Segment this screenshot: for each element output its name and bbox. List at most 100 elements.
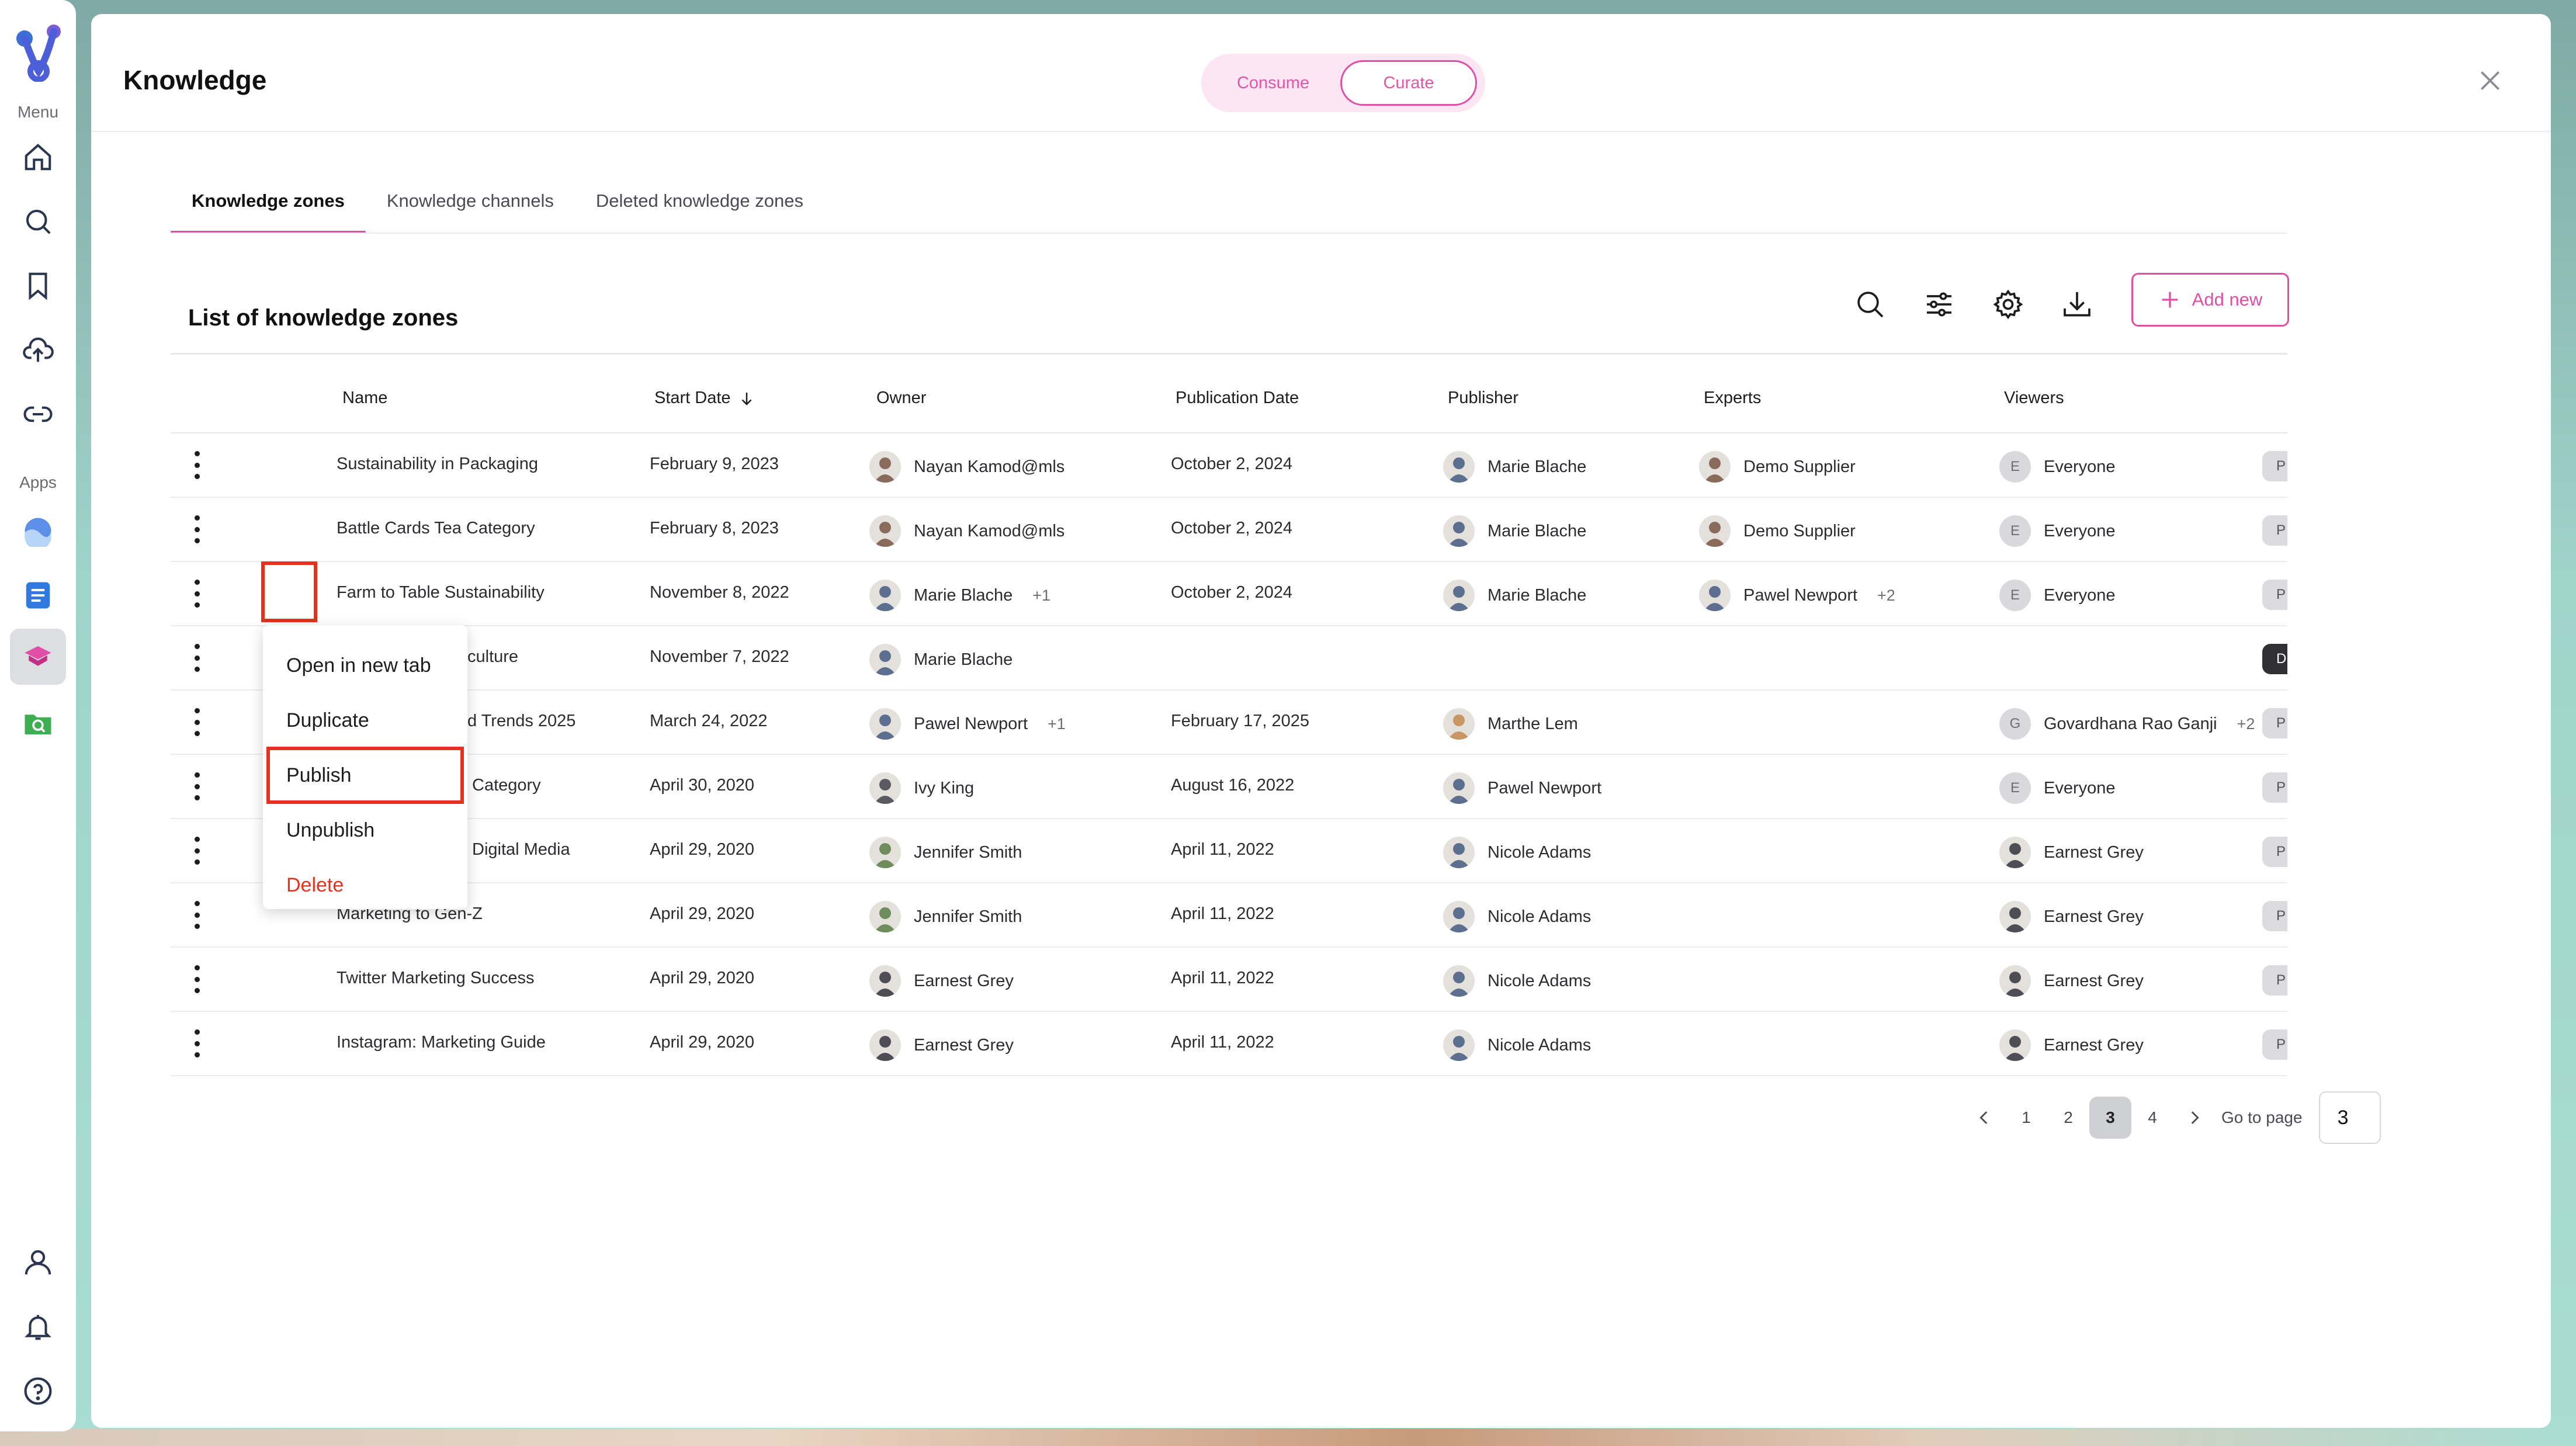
viewer[interactable]: E Everyone — [1999, 451, 2116, 483]
column-header-name[interactable]: Name — [342, 389, 387, 408]
consume-toggle-button[interactable]: Consume — [1206, 60, 1340, 106]
search-app-icon[interactable] — [19, 705, 57, 743]
kebab-menu-icon[interactable] — [188, 1026, 206, 1061]
home-icon[interactable] — [19, 138, 57, 176]
owner[interactable]: Earnest Grey — [869, 965, 1014, 997]
tab-knowledge-channels[interactable]: Knowledge channels — [366, 181, 575, 234]
upload-icon[interactable] — [19, 331, 57, 369]
kebab-menu-icon[interactable] — [188, 705, 206, 740]
table-row[interactable]: Category April 30, 2020 Ivy King August 16,… — [171, 755, 2287, 819]
owner[interactable]: Ivy King — [869, 772, 974, 804]
filter-icon[interactable] — [1920, 285, 1958, 324]
table-row[interactable]: d Trends 2025 March 24, 2022 Pawel Newport… — [171, 691, 2287, 755]
owner[interactable]: Marie Blache — [869, 644, 1013, 675]
document-app-icon[interactable] — [19, 576, 57, 615]
column-header-publisher[interactable]: Publisher — [1448, 389, 1518, 408]
next-page-icon[interactable] — [2173, 1097, 2216, 1139]
menu-item-unpublish[interactable]: Unpublish — [263, 803, 467, 858]
kebab-menu-icon[interactable] — [188, 897, 206, 932]
table-row[interactable]: culture November 7, 2022 Marie Blache D — [171, 626, 2287, 691]
menu-item-delete[interactable]: Delete — [263, 858, 467, 913]
owner[interactable]: Jennifer Smith — [869, 837, 1022, 868]
bookmark-icon[interactable] — [19, 266, 57, 305]
kebab-menu-icon[interactable] — [188, 448, 206, 483]
avatar — [869, 708, 901, 740]
page-4[interactable]: 4 — [2131, 1097, 2173, 1139]
kebab-menu-icon[interactable] — [188, 833, 206, 868]
viewer[interactable]: G Govardhana Rao Ganji +2 — [1999, 708, 2255, 740]
expert[interactable]: Demo Supplier — [1699, 515, 1856, 547]
publisher[interactable]: Nicole Adams — [1443, 901, 1591, 932]
publisher[interactable]: Nicole Adams — [1443, 1029, 1591, 1061]
viewer[interactable]: Earnest Grey — [1999, 965, 2144, 997]
avatar: E — [1999, 772, 2031, 804]
publisher[interactable]: Pawel Newport — [1443, 772, 1601, 804]
owner[interactable]: Jennifer Smith — [869, 901, 1022, 932]
viewer[interactable]: E Everyone — [1999, 772, 2116, 804]
publisher[interactable]: Marthe Lem — [1443, 708, 1578, 740]
publisher[interactable]: Marie Blache — [1443, 451, 1586, 483]
publication-date: October 2, 2024 — [1171, 583, 1292, 602]
table-row[interactable]: Digital Media April 29, 2020 Jennifer Smit… — [171, 819, 2287, 883]
viewer[interactable]: Earnest Grey — [1999, 901, 2144, 932]
menu-item-duplicate[interactable]: Duplicate — [263, 693, 467, 748]
viewer[interactable]: E Everyone — [1999, 580, 2116, 611]
owner[interactable]: Earnest Grey — [869, 1029, 1014, 1061]
expert[interactable]: Demo Supplier — [1699, 451, 1856, 483]
owner[interactable]: Nayan Kamod@mls — [869, 451, 1065, 483]
kebab-menu-icon[interactable] — [188, 576, 206, 611]
knowledge-app-icon[interactable] — [10, 629, 66, 685]
owner[interactable]: Pawel Newport +1 — [869, 708, 1066, 740]
viewer[interactable]: Earnest Grey — [1999, 837, 2144, 868]
table-row[interactable]: Twitter Marketing Success April 29, 2020 E… — [171, 948, 2287, 1012]
menu-item-publish[interactable]: Publish — [266, 747, 464, 804]
app-logo[interactable] — [12, 23, 64, 82]
owner-extra-count: +1 — [1048, 715, 1066, 733]
search-icon[interactable] — [1851, 285, 1889, 324]
search-icon[interactable] — [19, 202, 57, 241]
publisher[interactable]: Nicole Adams — [1443, 837, 1591, 868]
mode-toggle: Consume Curate — [1201, 54, 1485, 112]
owner[interactable]: Marie Blache +1 — [869, 580, 1050, 611]
owner-name: Nayan Kamod@mls — [914, 521, 1065, 540]
wave-app-icon[interactable] — [19, 512, 57, 550]
download-icon[interactable] — [2058, 285, 2096, 324]
viewer[interactable]: E Everyone — [1999, 515, 2116, 547]
curate-toggle-button[interactable]: Curate — [1340, 60, 1477, 106]
column-header-owner[interactable]: Owner — [876, 389, 926, 408]
page-3[interactable]: 3 — [2089, 1097, 2131, 1139]
table-row[interactable]: Instagram: Marketing Guide April 29, 2020… — [171, 1012, 2287, 1076]
column-header-publication-date[interactable]: Publication Date — [1176, 389, 1299, 408]
expert[interactable]: Pawel Newport +2 — [1699, 580, 1895, 611]
bell-icon[interactable] — [19, 1308, 57, 1346]
table-row[interactable]: Farm to Table Sustainability November 8, … — [171, 562, 2287, 626]
kebab-menu-icon[interactable] — [188, 769, 206, 804]
add-new-button[interactable]: Add new — [2131, 273, 2289, 327]
help-icon[interactable] — [19, 1372, 57, 1410]
table-row[interactable]: Battle Cards Tea Category February 8, 202… — [171, 498, 2287, 562]
kebab-menu-icon[interactable] — [188, 640, 206, 675]
kebab-menu-icon[interactable] — [188, 512, 206, 547]
prev-page-icon[interactable] — [1963, 1097, 2005, 1139]
page-1[interactable]: 1 — [2005, 1097, 2047, 1139]
owner[interactable]: Nayan Kamod@mls — [869, 515, 1065, 547]
goto-page-input[interactable] — [2318, 1091, 2381, 1144]
link-icon[interactable] — [19, 395, 57, 434]
user-icon[interactable] — [19, 1243, 57, 1282]
tab-deleted-knowledge-zones[interactable]: Deleted knowledge zones — [575, 181, 824, 234]
tab-knowledge-zones[interactable]: Knowledge zones — [171, 181, 366, 234]
viewer[interactable]: Earnest Grey — [1999, 1029, 2144, 1061]
gear-icon[interactable] — [1989, 285, 2027, 324]
kebab-menu-icon[interactable] — [188, 962, 206, 997]
table-row[interactable]: Sustainability in Packaging February 9, 2… — [171, 434, 2287, 498]
page-2[interactable]: 2 — [2047, 1097, 2089, 1139]
publisher[interactable]: Nicole Adams — [1443, 965, 1591, 997]
table-row[interactable]: Marketing to Gen-Z April 29, 2020 Jennifer… — [171, 883, 2287, 948]
publisher[interactable]: Marie Blache — [1443, 515, 1586, 547]
publisher[interactable]: Marie Blache — [1443, 580, 1586, 611]
column-header-viewers[interactable]: Viewers — [2004, 389, 2064, 408]
column-header-start-date[interactable]: Start Date — [654, 389, 755, 408]
menu-item-open-new-tab[interactable]: Open in new tab — [263, 638, 467, 693]
close-icon[interactable] — [2474, 64, 2506, 97]
column-header-experts[interactable]: Experts — [1704, 389, 1761, 408]
